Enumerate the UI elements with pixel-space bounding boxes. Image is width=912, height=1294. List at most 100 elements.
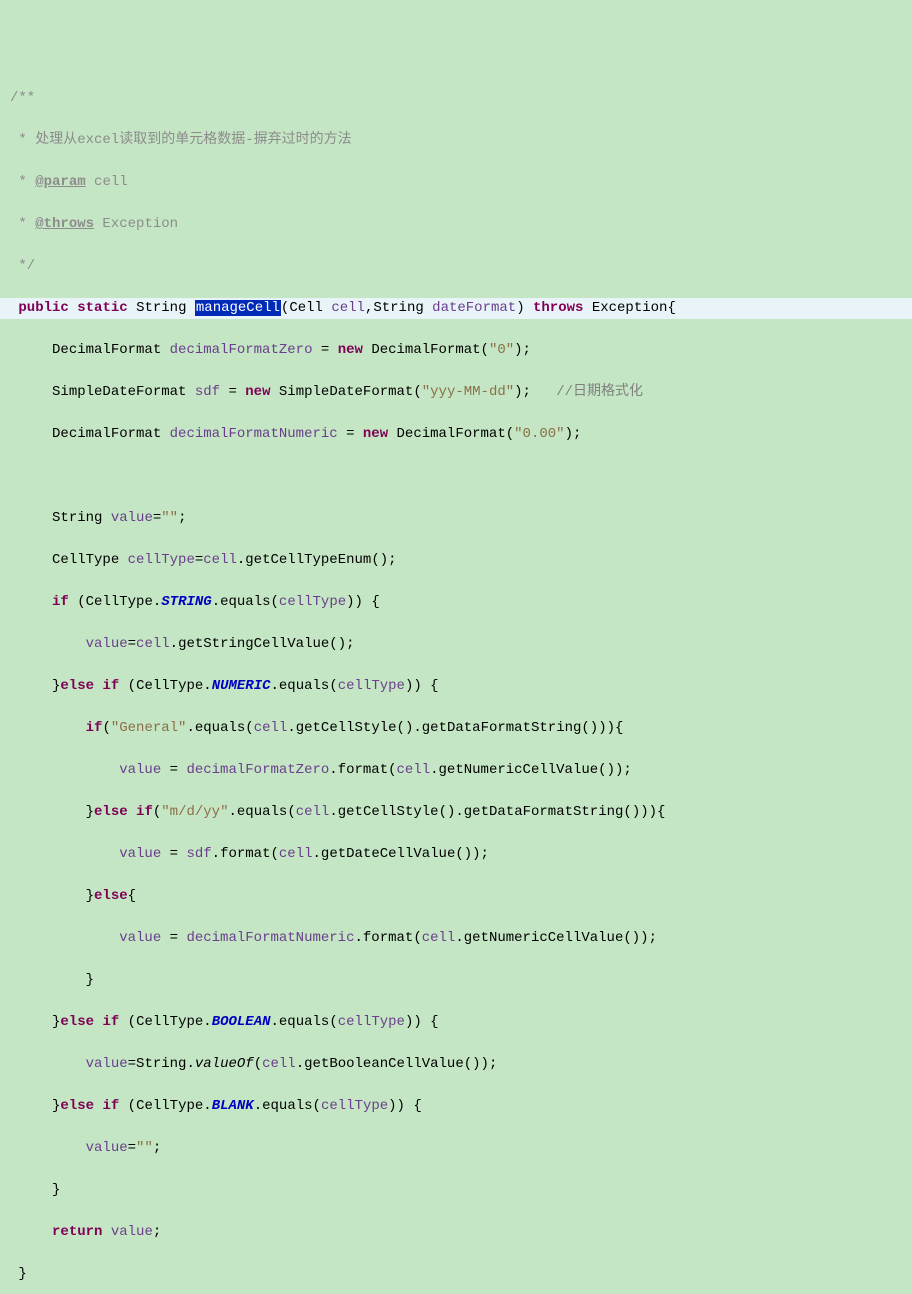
type: CellType bbox=[136, 1098, 203, 1114]
method-call: equals bbox=[279, 678, 329, 694]
kw-else: else bbox=[60, 678, 94, 694]
code-line: }else if (CellType.BOOLEAN.equals(cellTy… bbox=[0, 1012, 912, 1033]
static-method: valueOf bbox=[195, 1056, 254, 1072]
param-ref: cell bbox=[254, 720, 288, 736]
code-line: CellType cellType=cell.getCellTypeEnum()… bbox=[0, 550, 912, 571]
code-editor[interactable]: /** * 处理从excel读取到的单元格数据-摒弃过时的方法 * @param… bbox=[0, 88, 912, 1285]
type: CellType bbox=[86, 594, 153, 610]
kw-return: return bbox=[52, 1224, 102, 1240]
code-line: value = decimalFormatZero.format(cell.ge… bbox=[0, 760, 912, 781]
javadoc-desc: * 处理从excel读取到的单元格数据-摒弃过时的方法 bbox=[10, 132, 352, 148]
type: CellType bbox=[136, 678, 203, 694]
code-line: String value=""; bbox=[0, 508, 912, 529]
kw-if: if bbox=[52, 594, 69, 610]
type: String bbox=[136, 1056, 186, 1072]
param-ref: cell bbox=[279, 846, 313, 862]
static-field: NUMERIC bbox=[212, 678, 271, 694]
kw-new: new bbox=[245, 384, 270, 400]
kw-else: else bbox=[94, 888, 128, 904]
code-line: /** bbox=[0, 88, 912, 109]
method-signature-line: public static String manageCell(Cell cel… bbox=[0, 298, 912, 319]
code-line: * @param cell bbox=[0, 172, 912, 193]
code-line: value=String.valueOf(cell.getBooleanCell… bbox=[0, 1054, 912, 1075]
string: "0.00" bbox=[514, 426, 564, 442]
method-call: getCellStyle bbox=[338, 804, 439, 820]
type: CellType bbox=[52, 552, 119, 568]
string: "0" bbox=[489, 342, 514, 358]
code-line: */ bbox=[0, 256, 912, 277]
code-line: }else if (CellType.NUMERIC.equals(cellTy… bbox=[0, 676, 912, 697]
method-call: equals bbox=[237, 804, 287, 820]
var: cellType bbox=[338, 678, 405, 694]
code-line: value = decimalFormatNumeric.format(cell… bbox=[0, 928, 912, 949]
code-line: } bbox=[0, 1264, 912, 1285]
type: String bbox=[52, 510, 102, 526]
param-ref: cell bbox=[397, 762, 431, 778]
kw-else: else bbox=[60, 1098, 94, 1114]
kw-if: if bbox=[102, 1014, 119, 1030]
javadoc-param-name: cell bbox=[86, 174, 128, 190]
code-line: value=cell.getStringCellValue(); bbox=[0, 634, 912, 655]
string: "" bbox=[136, 1140, 153, 1156]
javadoc-throws-name: Exception bbox=[94, 216, 178, 232]
type: CellType bbox=[136, 1014, 203, 1030]
kw-if: if bbox=[102, 1098, 119, 1114]
param-name: dateFormat bbox=[432, 300, 516, 316]
method-call: getCellStyle bbox=[296, 720, 397, 736]
var: value bbox=[119, 930, 161, 946]
static-field: BOOLEAN bbox=[212, 1014, 271, 1030]
code-line: value = sdf.format(cell.getDateCellValue… bbox=[0, 844, 912, 865]
code-line: }else if (CellType.BLANK.equals(cellType… bbox=[0, 1096, 912, 1117]
param-ref: cell bbox=[203, 552, 237, 568]
static-field: STRING bbox=[161, 594, 211, 610]
code-line: if("General".equals(cell.getCellStyle().… bbox=[0, 718, 912, 739]
kw-new: new bbox=[363, 426, 388, 442]
var: cellType bbox=[321, 1098, 388, 1114]
var: value bbox=[119, 846, 161, 862]
kw-if: if bbox=[102, 678, 119, 694]
code-line: } bbox=[0, 970, 912, 991]
exception-type: Exception bbox=[592, 300, 668, 316]
method-call: getDataFormatString bbox=[422, 720, 582, 736]
type: DecimalFormat bbox=[52, 342, 161, 358]
method-call: equals bbox=[220, 594, 270, 610]
param-type: String bbox=[373, 300, 423, 316]
method-call: equals bbox=[262, 1098, 312, 1114]
javadoc-close: */ bbox=[10, 258, 35, 274]
param-ref: cell bbox=[296, 804, 330, 820]
method-call: getBooleanCellValue bbox=[304, 1056, 464, 1072]
kw-else: else bbox=[60, 1014, 94, 1030]
code-line: value=""; bbox=[0, 1138, 912, 1159]
param-type: Cell bbox=[289, 300, 323, 316]
var: sdf bbox=[195, 384, 220, 400]
paren-close: ) bbox=[516, 300, 524, 316]
static-field: BLANK bbox=[212, 1098, 254, 1114]
var: value bbox=[111, 1224, 153, 1240]
kw-public: public bbox=[18, 300, 68, 316]
code-line: DecimalFormat decimalFormatZero = new De… bbox=[0, 340, 912, 361]
method-call: format bbox=[220, 846, 270, 862]
kw-static: static bbox=[77, 300, 127, 316]
ctor: SimpleDateFormat bbox=[279, 384, 413, 400]
var: value bbox=[119, 762, 161, 778]
param-ref: cell bbox=[422, 930, 456, 946]
string: "" bbox=[161, 510, 178, 526]
kw-throws: throws bbox=[533, 300, 583, 316]
kw-else: else bbox=[94, 804, 128, 820]
code-line: }else if("m/d/yy".equals(cell.getCellSty… bbox=[0, 802, 912, 823]
javadoc-param-tag: @param bbox=[35, 174, 85, 190]
method-call: getDataFormatString bbox=[464, 804, 624, 820]
javadoc-open: /** bbox=[10, 90, 35, 106]
method-call: format bbox=[363, 930, 413, 946]
var: cellType bbox=[279, 594, 346, 610]
code-line: * @throws Exception bbox=[0, 214, 912, 235]
method-call: getStringCellValue bbox=[178, 636, 329, 652]
kw-new: new bbox=[338, 342, 363, 358]
javadoc-star: * bbox=[10, 174, 35, 190]
javadoc-star: * bbox=[10, 216, 35, 232]
var: decimalFormatNumeric bbox=[170, 426, 338, 442]
method-call: equals bbox=[195, 720, 245, 736]
param-name: cell bbox=[331, 300, 365, 316]
code-line: } bbox=[0, 1180, 912, 1201]
type: DecimalFormat bbox=[52, 426, 161, 442]
